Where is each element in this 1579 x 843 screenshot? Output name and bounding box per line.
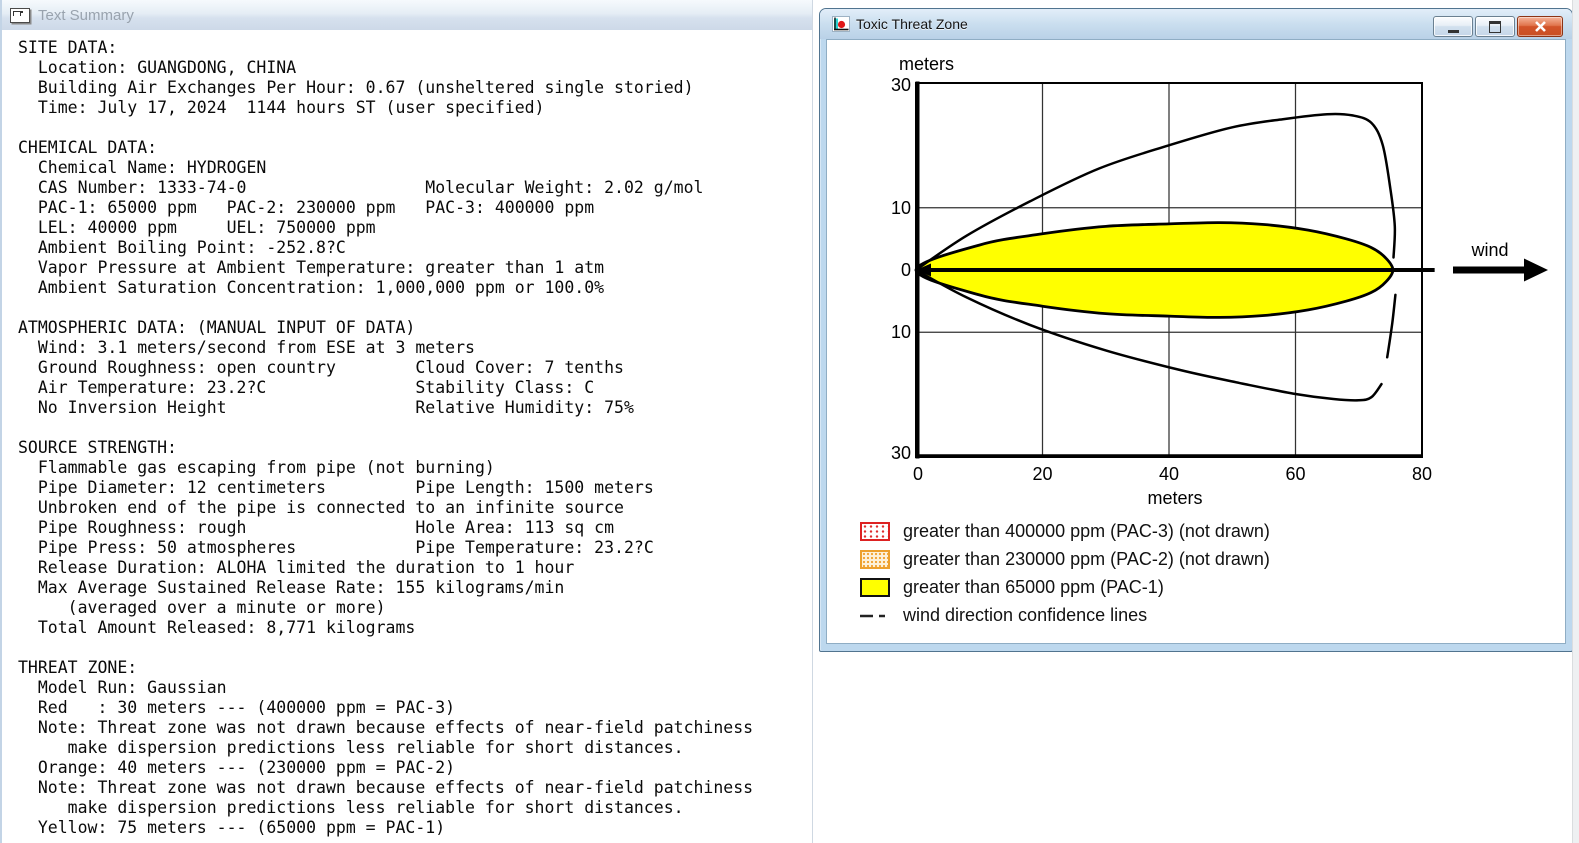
svg-text:40: 40 [1159,464,1179,484]
legend-item-pac2: greater than 230000 ppm (PAC-2) (not dra… [860,545,1270,573]
pac1-yellow-swatch-icon [860,577,890,597]
toxic-threat-zone-window-title: Toxic Threat Zone [856,16,968,32]
text-summary-titlebar[interactable]: Text Summary [2,0,812,31]
y-axis-title: meters [899,54,954,74]
svg-text:0: 0 [901,260,911,280]
svg-text:20: 20 [1032,464,1052,484]
y-tick-labels: 30 10 0 10 30 [891,75,911,463]
maximize-button[interactable] [1475,16,1515,37]
threat-zone-plot-icon [832,16,850,32]
svg-text:80: 80 [1412,464,1432,484]
minimize-icon [1447,29,1459,33]
legend-item-pac1: greater than 65000 ppm (PAC-1) [860,573,1270,601]
text-summary-window: Text Summary SITE DATA: Location: GUANGD… [0,0,813,843]
threat-zone-chart: meters 30 10 0 10 30 0 20 40 60 80 meter… [891,54,1548,508]
pac3-red-stipple-swatch-icon [860,521,890,541]
legend-item-pac3: greater than 400000 ppm (PAC-3) (not dra… [860,517,1270,545]
pac2-orange-stipple-swatch-icon [860,549,890,569]
svg-text:30: 30 [891,443,911,463]
svg-text:10: 10 [891,322,911,342]
close-icon [1534,21,1546,32]
x-tick-labels: 0 20 40 60 80 [913,464,1432,484]
mdi-right-edge [1572,0,1579,843]
svg-text:0: 0 [913,464,923,484]
text-document-icon [10,7,30,23]
wind-label: wind [1470,240,1508,260]
toxic-threat-zone-window: Toxic Threat Zone meters 30 10 0 10 30 0… [819,8,1573,652]
svg-text:10: 10 [891,198,911,218]
close-button[interactable] [1517,16,1563,37]
svg-text:30: 30 [891,75,911,95]
x-axis-title: meters [1147,488,1202,508]
minimize-button[interactable] [1433,16,1473,37]
dashed-line-swatch-icon [860,614,890,617]
svg-text:60: 60 [1285,464,1305,484]
maximize-icon [1489,20,1501,33]
text-summary-window-title: Text Summary [38,6,134,24]
legend-item-confidence-lines: wind direction confidence lines [860,601,1270,629]
toxic-threat-zone-content: meters 30 10 0 10 30 0 20 40 60 80 meter… [826,39,1566,644]
summary-text: SITE DATA: Location: GUANGDONG, CHINA Bu… [18,38,754,837]
chart-legend: greater than 400000 ppm (PAC-3) (not dra… [860,517,1270,629]
wind-arrow-icon [1453,258,1548,282]
text-summary-content: SITE DATA: Location: GUANGDONG, CHINA Bu… [2,30,812,843]
desktop: { "text_summary_window": { "title": "Tex… [0,0,1579,843]
window-controls [1433,16,1563,37]
